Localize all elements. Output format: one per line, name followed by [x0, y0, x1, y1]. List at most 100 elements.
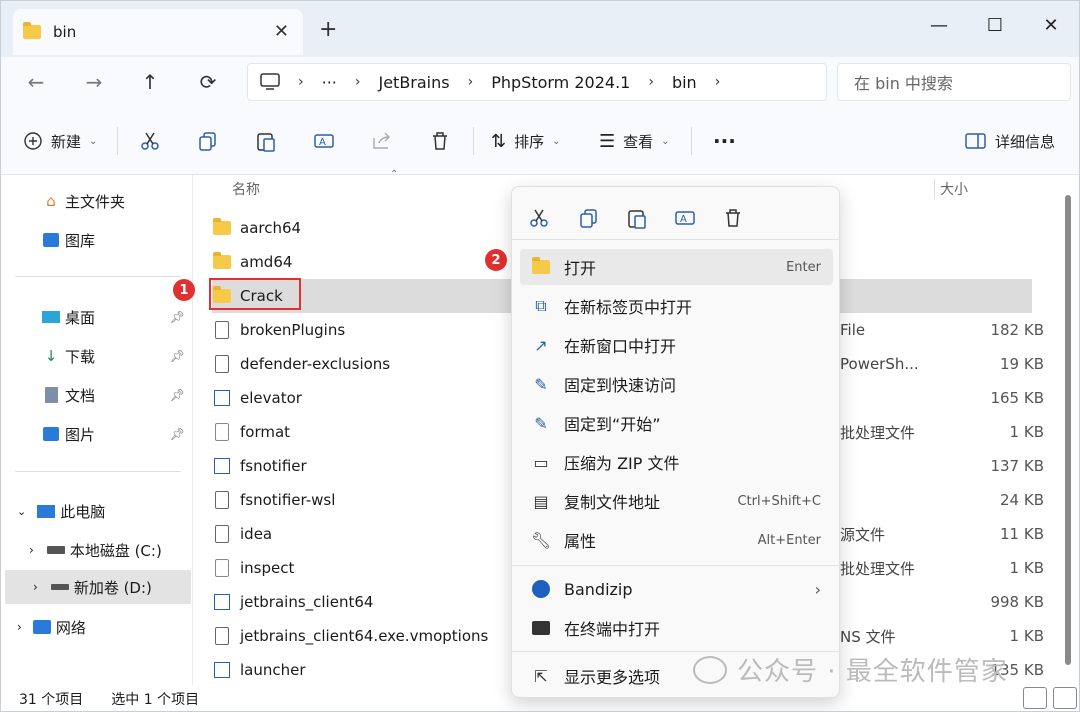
- sidebar-item-this-pc[interactable]: ⌄ 此电脑: [1, 494, 191, 528]
- pin-icon[interactable]: 📌︎: [170, 388, 185, 402]
- chevron-right-icon[interactable]: ›: [17, 620, 22, 634]
- title-bar: bin ✕ + — ☐ ✕: [1, 1, 1079, 57]
- maximize-button[interactable]: ☐: [967, 7, 1023, 43]
- search-input[interactable]: 在 bin 中搜索: [837, 63, 1071, 101]
- paste-button[interactable]: [255, 125, 277, 157]
- breadcrumb[interactable]: › ··· › JetBrains › PhpStorm 2024.1 › bi…: [247, 63, 827, 101]
- view-button[interactable]: ☰ 查看 ⌄: [599, 125, 670, 157]
- sidebar-item-pictures[interactable]: 图片 📌︎: [1, 417, 191, 451]
- sidebar-item-desktop[interactable]: 桌面 📌︎: [1, 300, 191, 334]
- sidebar-item-drive-c[interactable]: › 本地磁盘 (C:): [1, 533, 191, 567]
- menu-cut-button[interactable]: [524, 203, 554, 233]
- breadcrumb-item-bin[interactable]: bin: [672, 73, 697, 92]
- breadcrumb-item-jetbrains[interactable]: JetBrains: [378, 73, 449, 92]
- file-size: 19 KB: [1000, 355, 1044, 373]
- refresh-button[interactable]: ⟳: [191, 67, 225, 97]
- file-size: 1 KB: [1009, 627, 1044, 645]
- menu-item-compress-zip[interactable]: ▭ 压缩为 ZIP 文件: [520, 444, 833, 480]
- computer-icon: [36, 502, 56, 520]
- menu-item-label: 属性: [564, 532, 597, 551]
- pin-icon[interactable]: 📌︎: [170, 427, 185, 441]
- cut-button[interactable]: [139, 125, 161, 157]
- menu-item-label: 压缩为 ZIP 文件: [564, 454, 680, 473]
- file-name: amd64: [240, 253, 293, 271]
- chevron-down-icon[interactable]: ⌄: [17, 505, 26, 518]
- menu-item-pin-start[interactable]: ✎ 固定到“开始”: [520, 405, 833, 441]
- folder-icon: [530, 256, 552, 278]
- folder-icon: [212, 252, 232, 272]
- sidebar-item-home[interactable]: ⌂ 主文件夹: [1, 184, 191, 218]
- sidebar-item-documents[interactable]: 文档 📌︎: [1, 378, 191, 412]
- menu-rename-button[interactable]: A: [670, 203, 700, 233]
- menu-item-bandizip[interactable]: Bandizip ›: [520, 571, 833, 607]
- new-tab-button[interactable]: +: [319, 17, 337, 42]
- sidebar-item-label: 本地磁盘 (C:): [69, 541, 162, 560]
- file-name: brokenPlugins: [240, 321, 346, 339]
- folder-icon: [212, 218, 232, 238]
- bandizip-icon: [530, 578, 552, 600]
- rename-button[interactable]: A: [313, 125, 335, 157]
- chevron-right-icon[interactable]: ›: [33, 580, 38, 594]
- forward-button[interactable]: →: [77, 67, 111, 97]
- wechat-icon: [693, 655, 727, 684]
- column-header-size[interactable]: 大小: [934, 179, 968, 199]
- menu-item-open-new-tab[interactable]: ⧉ 在新标签页中打开: [520, 288, 833, 324]
- wrench-icon: 🔧︎: [530, 530, 552, 550]
- sidebar-item-downloads[interactable]: ↓ 下载 📌︎: [1, 339, 191, 373]
- tab-bin[interactable]: bin ✕: [13, 9, 303, 55]
- tab-close-icon[interactable]: ✕: [274, 21, 289, 42]
- menu-item-open[interactable]: 打开 Enter: [520, 249, 833, 285]
- sort-button[interactable]: ⇅ 排序 ⌄: [491, 125, 561, 157]
- vertical-scrollbar[interactable]: [1063, 179, 1073, 679]
- up-button[interactable]: ↑: [133, 67, 167, 97]
- column-header-name[interactable]: 名称: [232, 179, 260, 199]
- new-button[interactable]: 新建 ⌄: [23, 125, 97, 157]
- delete-button[interactable]: [429, 125, 451, 157]
- divider: [691, 127, 692, 155]
- terminal-icon: [530, 617, 552, 639]
- file-type: 批处理文件: [840, 559, 916, 578]
- tiles-view-button[interactable]: [1053, 687, 1077, 709]
- file-name: format: [240, 423, 291, 441]
- pin-icon[interactable]: 📌︎: [170, 310, 185, 324]
- file-name: idea: [240, 525, 273, 543]
- back-button[interactable]: ←: [19, 67, 53, 97]
- menu-item-properties[interactable]: 🔧︎ 属性 Alt+Enter: [520, 522, 833, 558]
- menu-item-pin-quick-access[interactable]: ✎ 固定到快速访问: [520, 366, 833, 402]
- menu-item-shortcut: Alt+Enter: [757, 532, 821, 548]
- menu-copy-button[interactable]: [574, 203, 604, 233]
- sidebar-item-gallery[interactable]: 图库: [1, 223, 191, 257]
- menu-item-copy-path[interactable]: ▤ 复制文件地址 Ctrl+Shift+C: [520, 483, 833, 519]
- menu-delete-button[interactable]: [718, 203, 748, 233]
- sidebar-item-drive-d[interactable]: › 新加卷 (D:): [5, 570, 191, 604]
- details-pane-button[interactable]: 详细信息: [965, 125, 1055, 157]
- breadcrumb-more[interactable]: ···: [322, 73, 337, 92]
- sidebar-item-network[interactable]: › 网络: [1, 610, 191, 644]
- copy-button[interactable]: [197, 125, 219, 157]
- menu-item-shortcut: Enter: [786, 259, 821, 275]
- trash-icon: [433, 132, 447, 150]
- menu-item-open-terminal[interactable]: 在终端中打开: [520, 610, 833, 646]
- share-button[interactable]: [371, 125, 393, 157]
- minimize-button[interactable]: —: [911, 7, 967, 43]
- close-button[interactable]: ✕: [1023, 7, 1079, 43]
- home-icon: ⌂: [46, 192, 56, 210]
- details-pane-icon: [965, 133, 986, 149]
- chevron-right-icon[interactable]: ›: [29, 543, 34, 557]
- sidebar-item-label: 新加卷 (D:): [73, 578, 152, 597]
- divider: [117, 127, 118, 155]
- pin-icon[interactable]: 📌︎: [170, 349, 185, 363]
- zip-icon: ▭: [533, 452, 549, 472]
- menu-paste-button[interactable]: [622, 203, 652, 233]
- more-options-button[interactable]: ···: [713, 125, 736, 157]
- menu-item-label: 复制文件地址: [564, 493, 661, 512]
- chevron-right-icon: ›: [354, 74, 361, 90]
- pin-start-icon: ✎: [534, 413, 548, 433]
- breadcrumb-item-phpstorm[interactable]: PhpStorm 2024.1: [491, 73, 630, 92]
- menu-item-open-new-window[interactable]: ↗ 在新窗口中打开: [520, 327, 833, 363]
- file-name: jetbrains_client64.exe.vmoptions: [240, 627, 489, 645]
- command-bar: 新建 ⌄ A ⇅ 排序 ⌄ ☰ 查看 ⌄ ··· 详细信息: [1, 107, 1079, 175]
- scrollbar-thumb[interactable]: [1065, 195, 1071, 665]
- details-view-button[interactable]: [1023, 687, 1047, 709]
- drive-icon: [50, 578, 70, 596]
